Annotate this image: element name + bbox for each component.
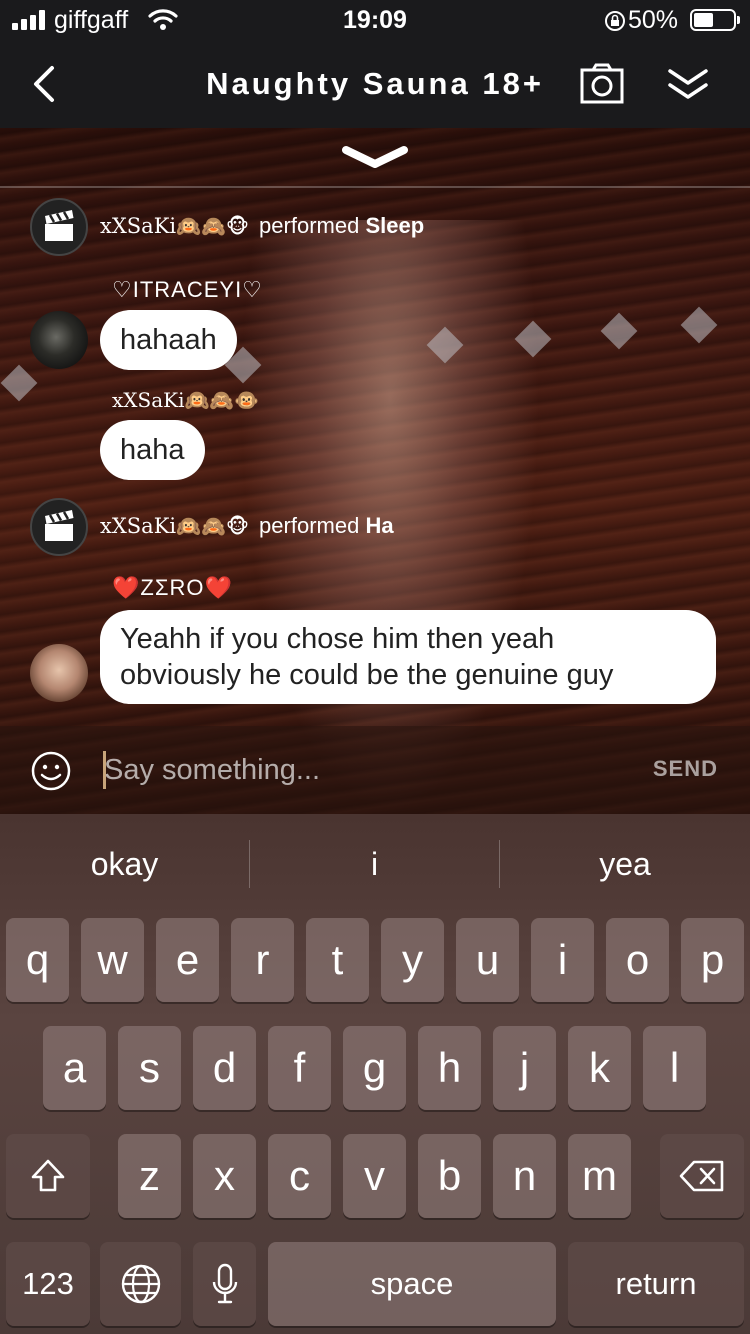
message-bubble: hahaah — [100, 310, 237, 370]
key-s[interactable]: s — [118, 1026, 181, 1110]
action-name: Ha — [365, 513, 394, 538]
username-text: ZΣRO — [140, 575, 205, 600]
message-text: Yeahh if you chose him then yeah — [120, 623, 555, 655]
heart-icon: ❤️ — [204, 575, 233, 600]
divider — [0, 186, 750, 188]
key-p[interactable]: p — [681, 918, 744, 1002]
battery-percent: 50% — [627, 6, 678, 34]
suggestion[interactable]: okay — [0, 814, 249, 914]
text-cursor — [103, 751, 106, 789]
message-bubble: Yeahh if you chose him then yeah obvious… — [100, 610, 716, 704]
username-emoji: 🙉🙈🐵 — [176, 216, 250, 238]
username[interactable]: xXSaKi🙉🙈🐵 — [112, 388, 259, 412]
clapperboard-icon — [45, 510, 74, 541]
key-d[interactable]: d — [193, 1026, 256, 1110]
message-text: obviously he could be the genuine guy — [120, 659, 614, 691]
space-key[interactable]: space — [268, 1242, 556, 1326]
key-w[interactable]: w — [81, 918, 144, 1002]
key-n[interactable]: n — [493, 1134, 556, 1218]
rotation-lock-icon — [605, 11, 625, 31]
key-y[interactable]: y — [381, 918, 444, 1002]
system-message: xXSaKi🙉🙈🐵 performed Ha — [100, 513, 394, 539]
key-r[interactable]: r — [231, 918, 294, 1002]
avatar[interactable] — [30, 198, 88, 256]
delete-key[interactable] — [660, 1134, 744, 1218]
key-m[interactable]: m — [568, 1134, 631, 1218]
key-x[interactable]: x — [193, 1134, 256, 1218]
numbers-key[interactable]: 123 — [6, 1242, 90, 1326]
username[interactable]: xXSaKi — [100, 514, 176, 538]
message-input-bar: SEND — [0, 726, 750, 814]
system-action: performed — [259, 513, 360, 538]
key-u[interactable]: u — [456, 918, 519, 1002]
username-emoji: 🙉🙈🐵 — [176, 516, 250, 538]
key-g[interactable]: g — [343, 1026, 406, 1110]
battery-icon — [690, 9, 740, 31]
avatar[interactable] — [30, 498, 88, 556]
username[interactable]: xXSaKi — [100, 214, 176, 238]
heart-icon: ❤️ — [112, 575, 141, 600]
key-f[interactable]: f — [268, 1026, 331, 1110]
key-l[interactable]: l — [643, 1026, 706, 1110]
username[interactable]: ♡ITRACEYI♡ — [112, 277, 263, 303]
status-bar: giffgaff 19:09 50% — [0, 0, 750, 44]
key-c[interactable]: c — [268, 1134, 331, 1218]
key-e[interactable]: e — [156, 918, 219, 1002]
key-z[interactable]: z — [118, 1134, 181, 1218]
microphone-icon — [212, 1263, 237, 1304]
clapperboard-icon — [45, 210, 74, 241]
key-i[interactable]: i — [531, 918, 594, 1002]
key-a[interactable]: a — [43, 1026, 106, 1110]
system-message: xXSaKi🙉🙈🐵 performed Sleep — [100, 213, 424, 239]
send-button[interactable]: SEND — [653, 756, 718, 782]
chevron-down-icon[interactable] — [340, 142, 410, 172]
return-key[interactable]: return — [568, 1242, 744, 1326]
room-title: Naughty Sauna 18+ — [206, 66, 544, 101]
action-name: Sleep — [365, 213, 425, 238]
key-h[interactable]: h — [418, 1026, 481, 1110]
key-v[interactable]: v — [343, 1134, 406, 1218]
keyboard: okay i yea q w e r t y u i o p a s d f g… — [0, 814, 750, 1334]
avatar[interactable] — [30, 644, 88, 702]
collapse-icon[interactable] — [666, 66, 710, 102]
dictation-key[interactable] — [193, 1242, 256, 1326]
username[interactable]: ❤️ZΣRO❤️ — [112, 575, 233, 601]
key-t[interactable]: t — [306, 918, 369, 1002]
avatar[interactable] — [30, 311, 88, 369]
key-q[interactable]: q — [6, 918, 69, 1002]
shift-key[interactable] — [6, 1134, 90, 1218]
key-j[interactable]: j — [493, 1026, 556, 1110]
room-header: Naughty Sauna 18+ — [0, 44, 750, 128]
camera-icon[interactable] — [580, 62, 624, 106]
globe-key[interactable] — [100, 1242, 181, 1326]
message-input[interactable] — [104, 748, 624, 792]
globe-icon — [121, 1264, 160, 1304]
shift-icon — [31, 1159, 65, 1192]
message-text: hahaah — [120, 324, 217, 356]
suggestion[interactable]: i — [250, 814, 499, 914]
message-text: haha — [120, 434, 185, 466]
message-bubble: haha — [100, 420, 205, 480]
system-action: performed — [259, 213, 360, 238]
emoji-icon[interactable] — [30, 750, 72, 792]
key-b[interactable]: b — [418, 1134, 481, 1218]
backspace-icon — [679, 1160, 724, 1192]
key-k[interactable]: k — [568, 1026, 631, 1110]
suggestion[interactable]: yea — [500, 814, 750, 914]
key-o[interactable]: o — [606, 918, 669, 1002]
